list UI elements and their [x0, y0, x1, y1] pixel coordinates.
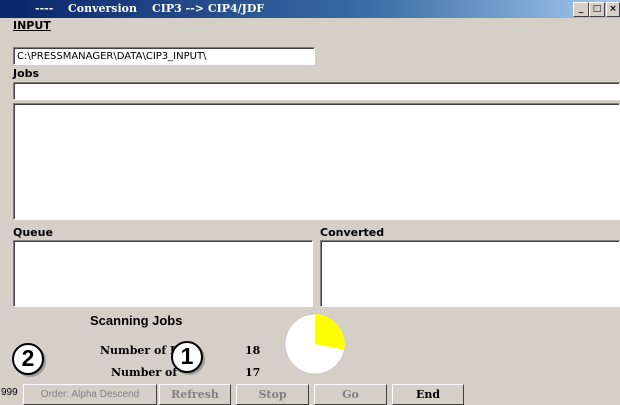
jobs-count-label: Number of: [111, 366, 178, 379]
go-button[interactable]: Go: [314, 384, 387, 405]
stop-button[interactable]: Stop: [236, 384, 309, 405]
maximize-icon[interactable]: □: [589, 2, 605, 17]
window-title: Conversion: [68, 2, 137, 15]
jobs-count-value: 17: [245, 366, 261, 379]
progress-pie: [284, 313, 346, 375]
progress-pie-slice: [315, 314, 346, 350]
queue-label: Queue: [13, 226, 53, 239]
input-label: INPUT: [13, 19, 51, 32]
errors-value: 18: [245, 344, 261, 357]
converted-list[interactable]: [320, 240, 620, 307]
input-path-text: C:\PRESSMANAGER\DATA\CIP3_INPUT\: [17, 51, 207, 62]
minimize-icon[interactable]: _: [573, 2, 589, 17]
callout-1: 1: [171, 341, 203, 373]
callout-2: 2: [12, 343, 44, 375]
jobs-list[interactable]: [13, 103, 620, 220]
input-path-field[interactable]: C:\PRESSMANAGER\DATA\CIP3_INPUT\: [13, 47, 315, 65]
refresh-button[interactable]: Refresh: [159, 384, 231, 405]
order-button[interactable]: Order: Alpha Descend: [23, 384, 157, 405]
item-count: 999: [1, 387, 18, 398]
end-button[interactable]: End: [392, 384, 464, 405]
jobs-label: Jobs: [13, 67, 40, 80]
converted-label: Converted: [320, 226, 385, 239]
window-subtitle: CIP3 --> CIP4/JDF: [152, 2, 265, 15]
title-prefix: ----: [35, 2, 54, 15]
scanning-status: Scanning Jobs: [90, 313, 183, 328]
queue-list[interactable]: [13, 240, 313, 307]
jobs-filter-input[interactable]: [13, 82, 620, 100]
title-bar: ---- Conversion CIP3 --> CIP4/JDF _ □ ×: [0, 0, 620, 18]
close-icon[interactable]: ×: [606, 2, 620, 17]
